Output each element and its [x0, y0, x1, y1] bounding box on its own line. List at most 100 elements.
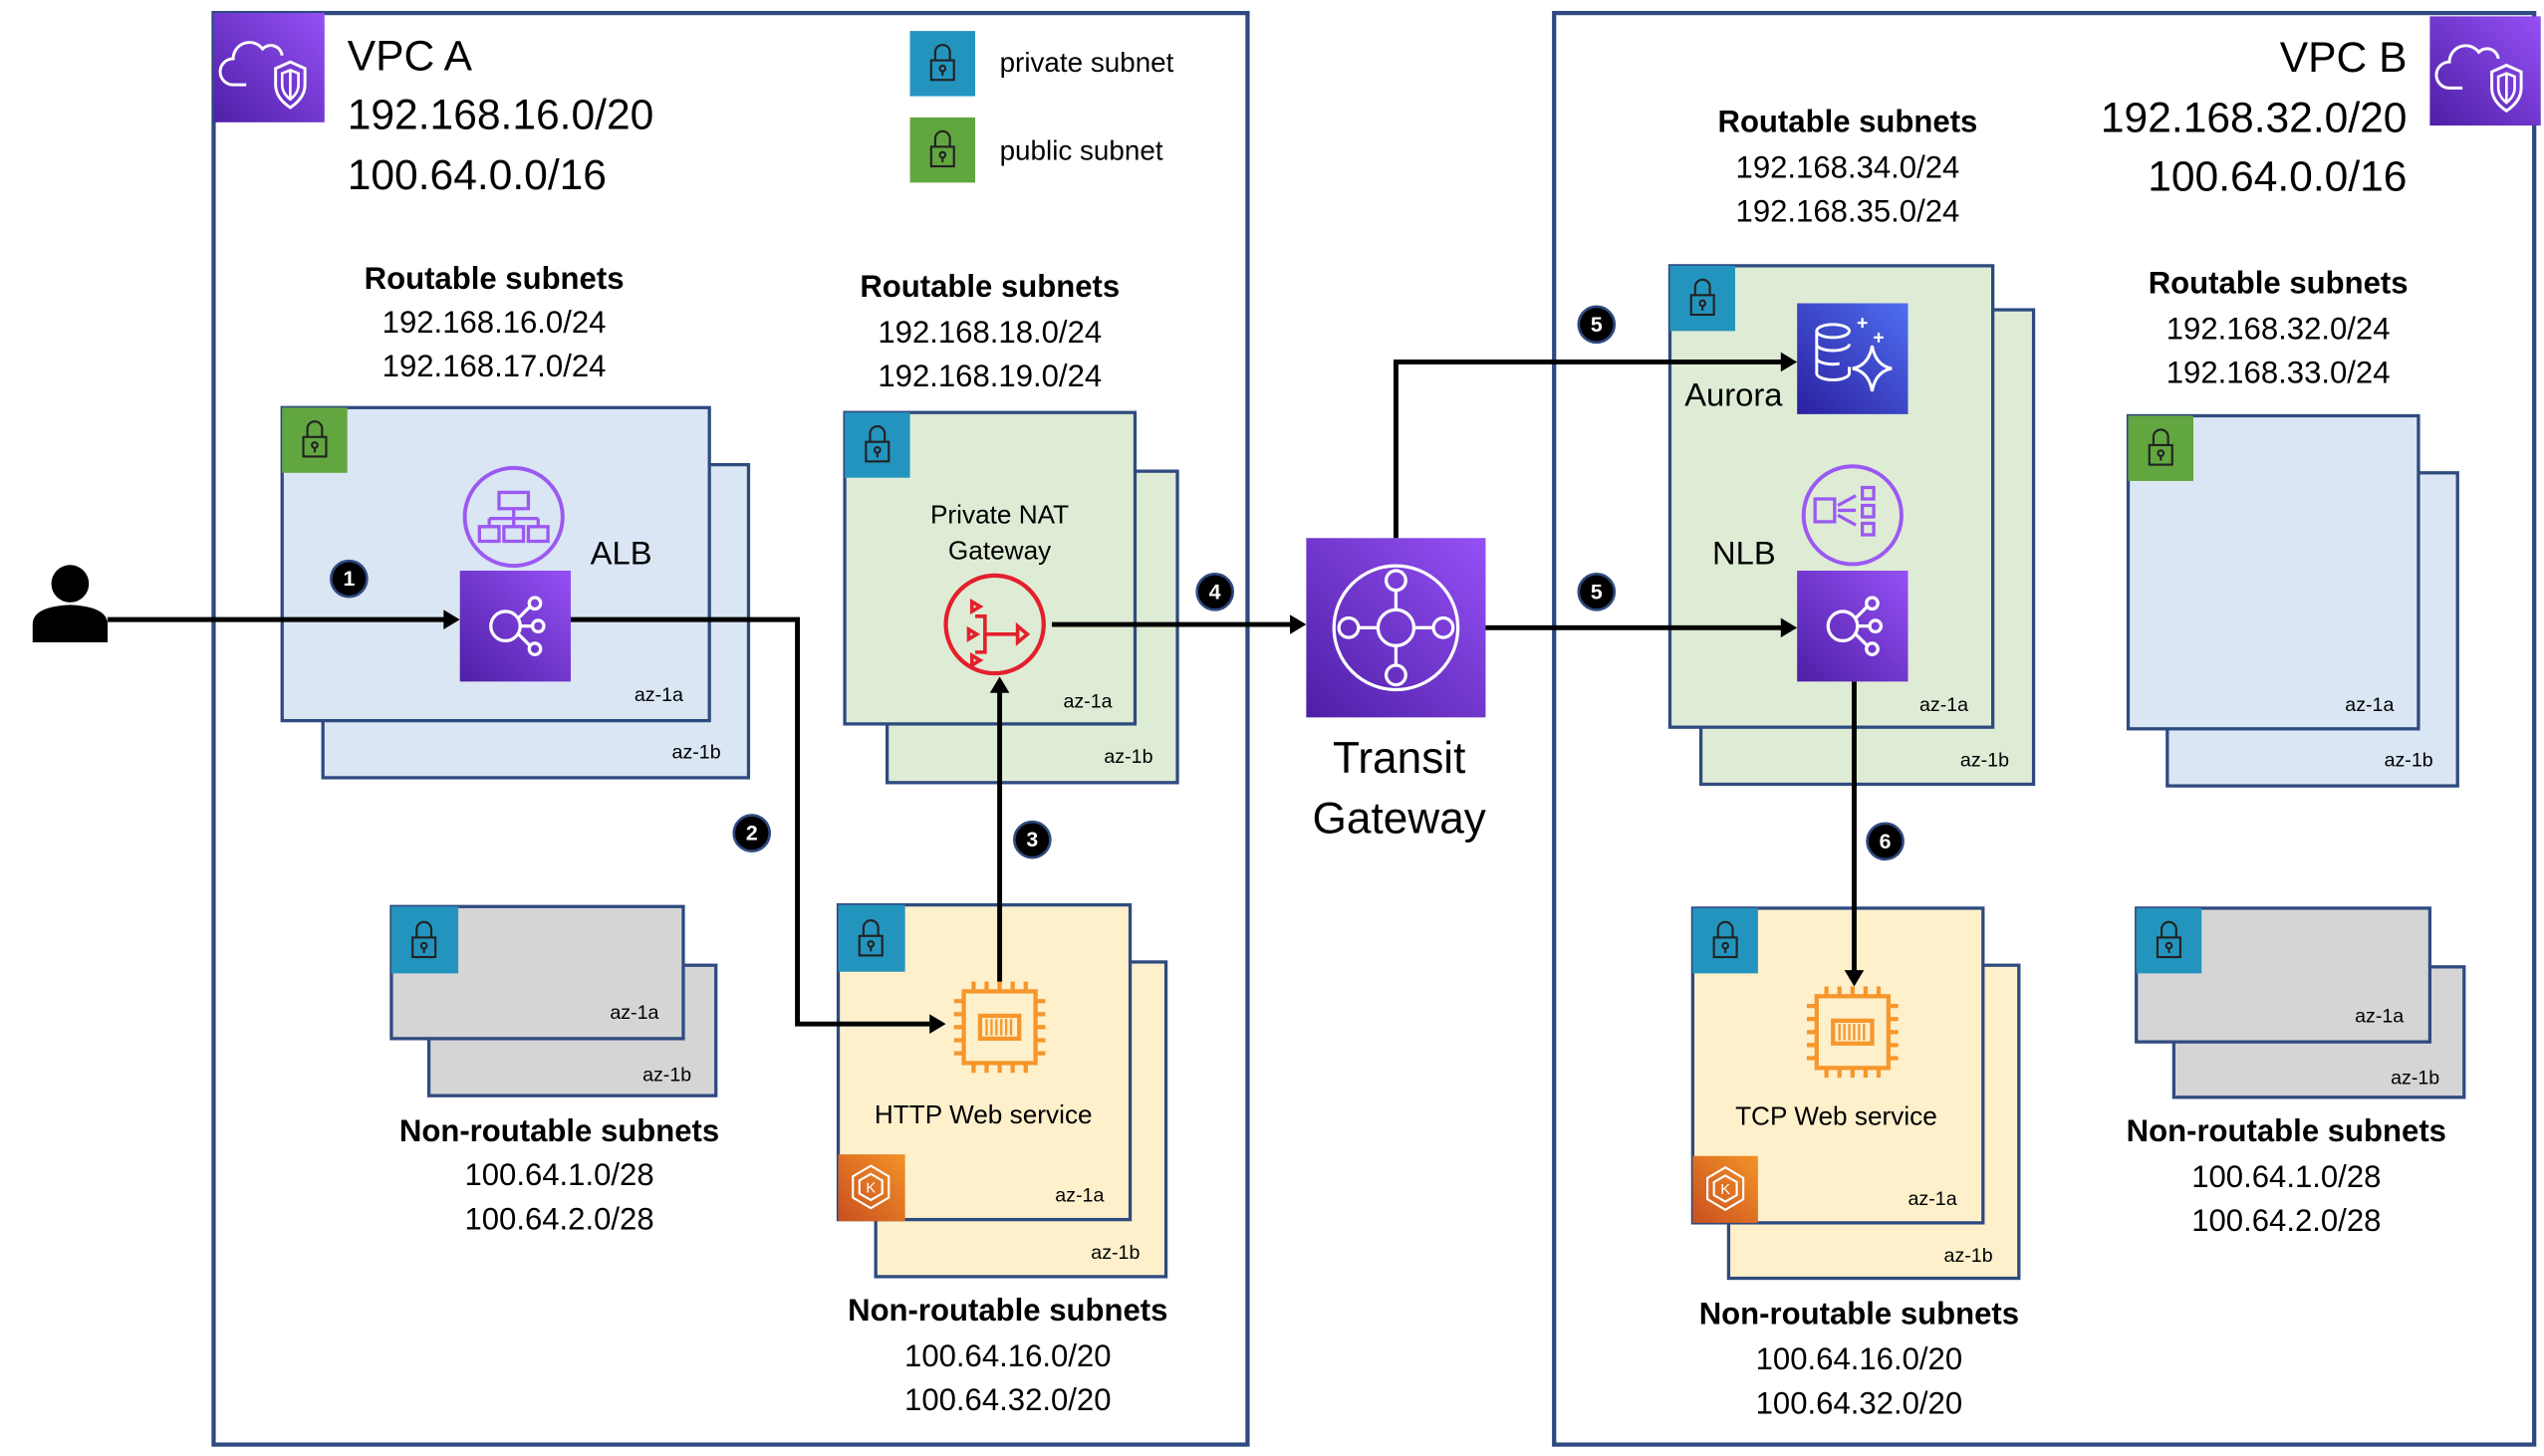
legend: private subnet public subnet	[909, 31, 1174, 183]
aurora-label: Aurora	[1684, 376, 1783, 413]
private-subnet-lock-icon	[2136, 907, 2202, 974]
az-label: az-1b	[2391, 1068, 2439, 1090]
subnet-cidr: 100.64.16.0/20	[904, 1338, 1111, 1373]
subnet-group-heading: Non-routable subnets	[848, 1293, 1167, 1328]
legend-private-label: private subnet	[1000, 47, 1174, 78]
az-label: az-1a	[2345, 694, 2394, 716]
alb-label: ALB	[591, 534, 652, 571]
subnet-group-heading: Non-routable subnets	[1699, 1296, 2019, 1331]
public-subnet-lock-icon	[282, 407, 348, 473]
svg-text:4: 4	[1209, 580, 1221, 604]
subnet-cidr: 192.168.33.0/24	[2166, 356, 2391, 390]
subnet-cidr: 192.168.17.0/24	[382, 349, 607, 383]
vpc-b-nonroutable-empty-subnets: az-1b az-1a Non-routable subnets 100.64.…	[2127, 906, 2466, 1238]
eks-icon	[838, 1154, 905, 1222]
az-label: az-1a	[1055, 1185, 1104, 1207]
az-label: az-1b	[1944, 1245, 1993, 1267]
step-badge-1: 1	[330, 559, 369, 599]
az-label: az-1b	[1104, 746, 1152, 768]
nat-gateway-label-line1: Private NAT	[930, 500, 1069, 530]
user-icon	[32, 565, 109, 643]
vpc-a-title: VPC A	[348, 32, 473, 80]
subnet-group-heading: Non-routable subnets	[399, 1113, 719, 1148]
subnet-cidr: 100.64.2.0/28	[464, 1201, 653, 1236]
step-badge-3: 3	[1013, 820, 1052, 859]
vpc-a-public-routable-subnets: Routable subnets 192.168.16.0/24 192.168…	[280, 261, 751, 780]
step-badge-5b: 5	[1577, 572, 1617, 611]
elb-service-icon[interactable]	[459, 571, 572, 682]
vpc-icon	[2429, 16, 2541, 126]
step-badge-5a: 5	[1577, 305, 1617, 345]
subnet-cidr: 100.64.32.0/20	[1756, 1385, 1962, 1420]
architecture-diagram: K VPC A 192.168.16.0/20 100.64.0.0/16 pr…	[32, 10, 2541, 1447]
subnet-group-heading: Routable subnets	[2149, 266, 2409, 301]
aurora-icon[interactable]	[1797, 303, 1908, 414]
subnet-cidr: 100.64.32.0/20	[904, 1382, 1111, 1417]
legend-public-label: public subnet	[1000, 134, 1163, 165]
svg-text:3: 3	[1026, 828, 1038, 851]
vpc-b-cidr-primary: 192.168.32.0/20	[2101, 95, 2408, 142]
svg-text:2: 2	[746, 822, 758, 846]
subnet-cidr: 100.64.1.0/28	[2191, 1159, 2381, 1194]
private-subnet-lock-icon	[390, 906, 459, 974]
az-label: az-1b	[2385, 749, 2433, 771]
subnet-cidr: 192.168.19.0/24	[878, 359, 1102, 393]
private-subnet-lock-icon	[1669, 265, 1735, 332]
az-label: az-1b	[672, 741, 721, 763]
subnet-cidr: 192.168.34.0/24	[1736, 149, 1960, 184]
private-subnet-lock-icon	[1692, 907, 1758, 974]
az-label: az-1a	[1908, 1188, 1957, 1210]
subnet-group-heading: Routable subnets	[365, 261, 625, 296]
vpc-b-public-routable-subnets: Routable subnets 192.168.32.0/24 192.168…	[2126, 266, 2459, 788]
http-web-service-label: HTTP Web service	[875, 1099, 1093, 1129]
vpc-icon	[213, 13, 325, 122]
step-badge-6: 6	[1866, 822, 1905, 861]
step-badge-2: 2	[732, 814, 772, 852]
svg-text:5: 5	[1591, 580, 1603, 604]
svg-text:1: 1	[343, 567, 355, 591]
subnet-cidr: 192.168.35.0/24	[1736, 194, 1960, 229]
eks-icon	[1692, 1155, 1758, 1223]
vpc-a-nonroutable-service-subnets: az-1b az-1a HTTP Web service Non-routabl…	[836, 902, 1167, 1417]
vpc-a-nonroutable-empty-subnets: az-1b az-1a Non-routable subnets 100.64.…	[389, 904, 719, 1236]
subnet-group-heading: Non-routable subnets	[2127, 1113, 2446, 1148]
vpc-b-title: VPC B	[2280, 34, 2408, 82]
az-label: az-1b	[1960, 749, 2009, 771]
nat-gateway-label-line2: Gateway	[948, 536, 1052, 566]
tcp-web-service-label: TCP Web service	[1735, 1101, 1937, 1131]
elb-service-icon[interactable]	[1797, 571, 1908, 682]
transit-gateway-label-line2: Gateway	[1313, 795, 1486, 844]
az-label: az-1a	[610, 1002, 658, 1024]
subnet-cidr: 100.64.16.0/20	[1756, 1341, 1962, 1376]
vpc-a-cidr-secondary: 100.64.0.0/16	[348, 151, 607, 199]
vpc-a-private-routable-subnets: Routable subnets 192.168.18.0/24 192.168…	[843, 269, 1179, 785]
transit-gateway-label-line1: Transit	[1333, 734, 1465, 783]
az-label: az-1a	[2355, 1006, 2404, 1028]
vpc-b-cidr-secondary: 100.64.0.0/16	[2148, 153, 2407, 201]
subnet-cidr: 192.168.16.0/24	[382, 305, 607, 340]
subnet-group-heading: Routable subnets	[1717, 105, 1977, 139]
subnet-group-heading: Routable subnets	[860, 269, 1120, 304]
legend-public-icon	[909, 117, 976, 183]
az-label: az-1b	[642, 1064, 691, 1086]
az-label: az-1b	[1091, 1242, 1140, 1264]
subnet-cidr: 192.168.32.0/24	[2166, 312, 2391, 347]
vpc-a: VPC A 192.168.16.0/20 100.64.0.0/16 priv…	[211, 10, 1250, 1447]
public-subnet-lock-icon	[2128, 415, 2194, 481]
legend-private-icon	[909, 31, 976, 97]
private-subnet-lock-icon	[838, 904, 905, 972]
private-subnet-lock-icon	[845, 412, 910, 478]
arrowhead	[1290, 614, 1307, 634]
transit-gateway: Transit Gateway	[1306, 538, 1486, 844]
nlb-label: NLB	[1712, 534, 1776, 571]
az-label: az-1a	[1063, 691, 1112, 713]
subnet-cidr: 100.64.1.0/28	[464, 1157, 653, 1192]
vpc-b-nonroutable-service-subnets: az-1b az-1a TCP Web service Non-routable…	[1690, 906, 2021, 1420]
az-label: az-1a	[1919, 694, 1968, 716]
subnet-cidr: 192.168.18.0/24	[878, 315, 1102, 350]
svg-text:5: 5	[1591, 313, 1603, 337]
vpc-a-cidr-primary: 192.168.16.0/20	[348, 91, 654, 138]
vpc-b: VPC B 192.168.32.0/20 100.64.0.0/16 Rout…	[1552, 10, 2541, 1447]
subnet-cidr: 100.64.2.0/28	[2191, 1203, 2381, 1238]
transit-gateway-icon[interactable]	[1306, 538, 1486, 718]
